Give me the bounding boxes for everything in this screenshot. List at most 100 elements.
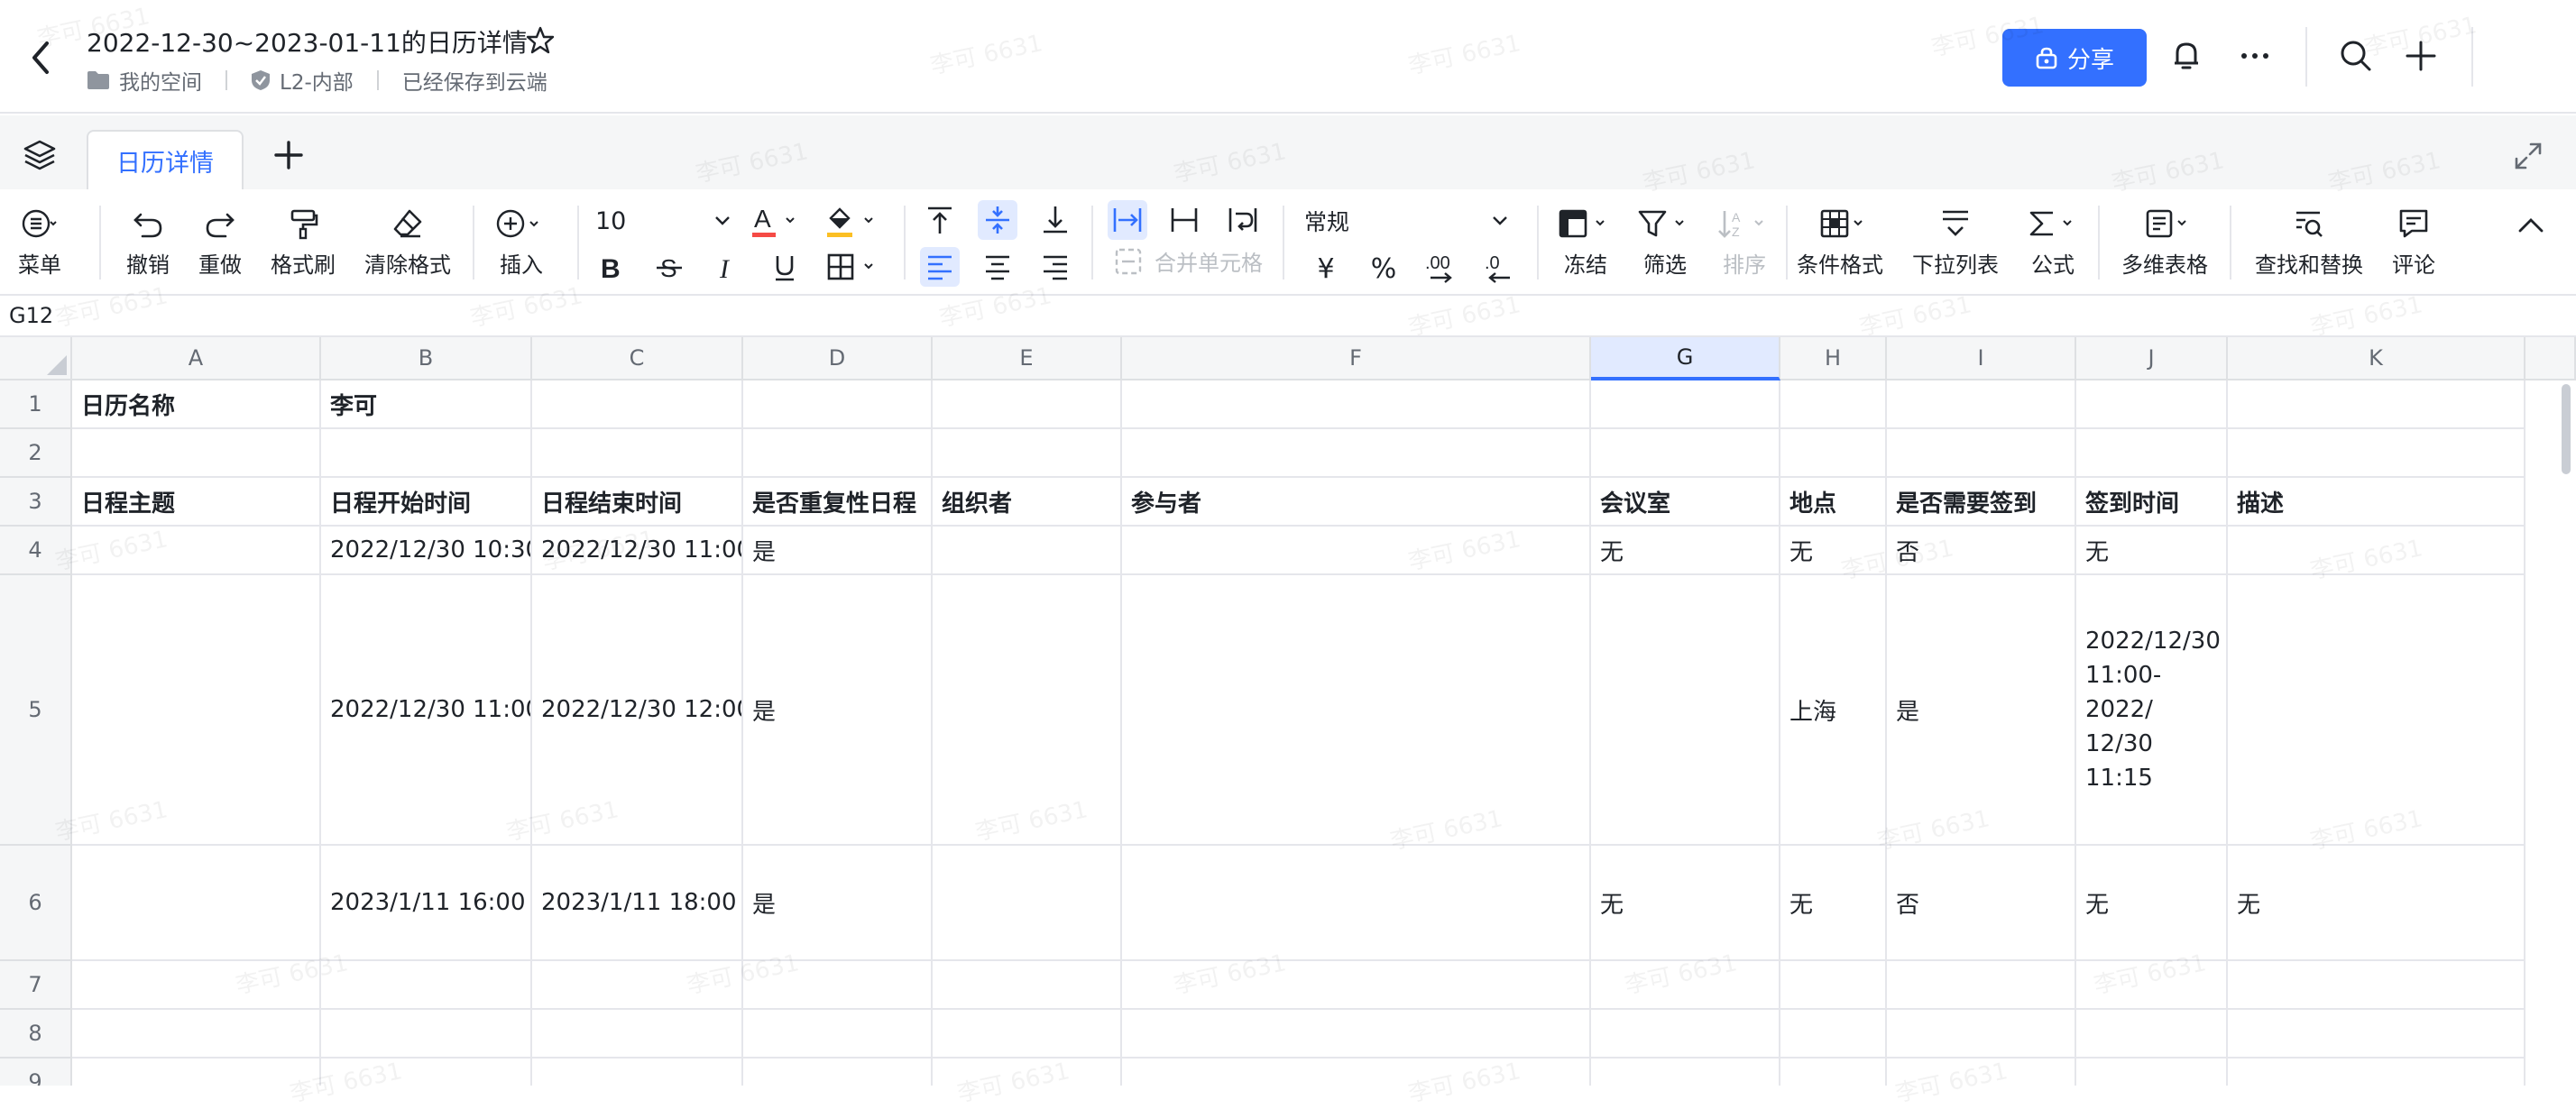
cell-g1[interactable] (1591, 380, 1780, 429)
strikethrough-button[interactable]: S (649, 247, 689, 287)
cell-h9[interactable] (1780, 1059, 1887, 1086)
cell-b1[interactable]: 李可 (321, 380, 532, 429)
bell-icon[interactable] (2168, 38, 2204, 74)
cell-j4[interactable]: 无 (2076, 527, 2228, 575)
cell-c4[interactable]: 2022/12/30 11:00 (532, 527, 743, 575)
layers-icon[interactable] (22, 137, 58, 173)
cell-k1[interactable] (2228, 380, 2525, 429)
cell-j6[interactable]: 无 (2076, 846, 2228, 961)
cell-h7[interactable] (1780, 961, 1887, 1010)
merge-cells-button[interactable]: 合并单元格 (1115, 245, 1263, 277)
cell-g8[interactable] (1591, 1010, 1780, 1059)
increase-decimal-button[interactable]: .00 (1421, 249, 1461, 289)
cell-a6[interactable] (72, 846, 321, 961)
cell-k8[interactable] (2228, 1010, 2525, 1059)
cell-d6[interactable]: 是 (743, 846, 933, 961)
cell-j1[interactable] (2076, 380, 2228, 429)
underline-button[interactable] (765, 247, 805, 287)
cell-c6[interactable]: 2023/1/11 18:00 (532, 846, 743, 961)
font-color-button[interactable]: A (749, 202, 806, 242)
decrease-decimal-button[interactable]: .0 (1479, 249, 1519, 289)
cell-b5[interactable]: 2022/12/30 11:00 (321, 575, 532, 846)
cell-d1[interactable] (743, 380, 933, 429)
clip-button[interactable] (1165, 200, 1205, 240)
cell-f4[interactable] (1122, 527, 1591, 575)
vertical-scrollbar[interactable] (2562, 384, 2571, 474)
cell-a7[interactable] (72, 961, 321, 1010)
cell-i7[interactable] (1887, 961, 2076, 1010)
number-format-select[interactable]: 常规 (1304, 204, 1508, 238)
cell-h8[interactable] (1780, 1010, 1887, 1059)
cell-g9[interactable] (1591, 1059, 1780, 1086)
row-header[interactable]: 3 (0, 478, 72, 527)
cell-i4[interactable]: 否 (1887, 527, 2076, 575)
freeze-button[interactable]: 冻结 (1557, 207, 1615, 279)
align-left-button[interactable] (920, 247, 960, 287)
collapse-toolbar-icon[interactable] (2516, 215, 2545, 234)
formula-button[interactable]: 公式 (2024, 207, 2082, 279)
row-header[interactable]: 6 (0, 846, 72, 961)
cell-e5[interactable] (933, 575, 1122, 846)
cell-e6[interactable] (933, 846, 1122, 961)
cell-k2[interactable] (2228, 429, 2525, 478)
cell-e4[interactable] (933, 527, 1122, 575)
cell-h3[interactable]: 地点 (1780, 478, 1887, 527)
cell-d7[interactable] (743, 961, 933, 1010)
clear-format-button[interactable]: 清除格式 (364, 207, 451, 279)
cell-i8[interactable] (1887, 1010, 2076, 1059)
star-icon[interactable] (525, 25, 556, 56)
cell-c8[interactable] (532, 1010, 743, 1059)
document-title[interactable]: 2022-12-30~2023-01-11的日历详情 (87, 23, 528, 60)
search-icon[interactable] (2338, 38, 2374, 74)
cell-i1[interactable] (1887, 380, 2076, 429)
cell-c3[interactable]: 日程结束时间 (532, 478, 743, 527)
cell-c7[interactable] (532, 961, 743, 1010)
cell-b4[interactable]: 2022/12/30 10:30 (321, 527, 532, 575)
cell-i6[interactable]: 否 (1887, 846, 2076, 961)
cell-a2[interactable] (72, 429, 321, 478)
column-header[interactable]: K (2228, 337, 2525, 380)
menu-button[interactable]: 菜单 (18, 207, 61, 279)
tab-calendar-details[interactable]: 日历详情 (87, 130, 244, 189)
column-header[interactable]: G (1591, 337, 1780, 380)
cell-g4[interactable]: 无 (1591, 527, 1780, 575)
cell-f2[interactable] (1122, 429, 1591, 478)
cell-i9[interactable] (1887, 1059, 2076, 1086)
undo-button[interactable]: 撤销 (126, 207, 170, 279)
security-level[interactable]: L2-内部 (280, 65, 354, 96)
align-bottom-button[interactable] (1035, 200, 1075, 240)
cell-b9[interactable] (321, 1059, 532, 1086)
align-top-button[interactable] (920, 200, 960, 240)
align-center-button[interactable] (978, 247, 1017, 287)
column-header[interactable]: H (1780, 337, 1887, 380)
cell-c2[interactable] (532, 429, 743, 478)
cell-f6[interactable] (1122, 846, 1591, 961)
column-header[interactable]: C (532, 337, 743, 380)
cell-k7[interactable] (2228, 961, 2525, 1010)
cell-e1[interactable] (933, 380, 1122, 429)
cell-e7[interactable] (933, 961, 1122, 1010)
comment-button[interactable]: 评论 (2392, 207, 2435, 279)
cell-i5[interactable]: 是 (1887, 575, 2076, 846)
cell-a8[interactable] (72, 1010, 321, 1059)
cell-h1[interactable] (1780, 380, 1887, 429)
cell-i3[interactable]: 是否需要签到 (1887, 478, 2076, 527)
column-header[interactable]: I (1887, 337, 2076, 380)
row-header[interactable]: 4 (0, 527, 72, 575)
cell-a5[interactable] (72, 575, 321, 846)
cell-a3[interactable]: 日程主题 (72, 478, 321, 527)
cell-f8[interactable] (1122, 1010, 1591, 1059)
cell-j3[interactable]: 签到时间 (2076, 478, 2228, 527)
cell-f5[interactable] (1122, 575, 1591, 846)
cell-j7[interactable] (2076, 961, 2228, 1010)
redo-button[interactable]: 重做 (198, 207, 242, 279)
column-header[interactable]: J (2076, 337, 2228, 380)
row-header[interactable]: 9 (0, 1059, 72, 1086)
borders-button[interactable] (823, 247, 886, 287)
italic-button[interactable]: I (707, 247, 747, 287)
cell-e8[interactable] (933, 1010, 1122, 1059)
bold-button[interactable]: B (592, 247, 631, 287)
row-header[interactable]: 1 (0, 380, 72, 429)
align-right-button[interactable] (1035, 247, 1075, 287)
find-replace-button[interactable]: 查找和替换 (2255, 207, 2363, 279)
